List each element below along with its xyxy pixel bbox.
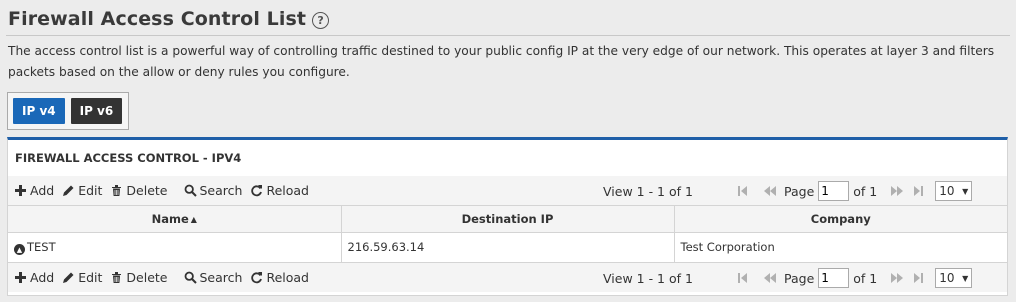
page-number-input[interactable] <box>818 268 850 288</box>
chevron-down-icon: ▼ <box>962 273 969 283</box>
pencil-icon <box>63 185 74 196</box>
view-range-text: View 1 - 1 of 1 <box>603 183 693 199</box>
next-page-icon[interactable] <box>891 186 904 196</box>
title-row: Firewall Access Control List ? <box>8 6 330 32</box>
cell-name: ▲ TEST <box>8 232 342 262</box>
add-button[interactable]: Add <box>14 270 54 285</box>
delete-button[interactable]: Delete <box>110 183 168 198</box>
pager-bottom: View 1 - 1 of 1 Page of 1 10 ▼ <box>603 263 973 293</box>
grid-toolbar-bottom: Add Edit Delete Search Reload View 1 - 1… <box>8 262 1007 292</box>
column-header-name[interactable]: Name ▲ <box>8 206 342 233</box>
delete-button-label: Delete <box>126 270 168 285</box>
acl-grid-panel: FIREWALL ACCESS CONTROL - IPV4 Add Edit … <box>7 137 1008 296</box>
page-total-label: of 1 <box>853 270 878 286</box>
expand-row-icon[interactable]: ▲ <box>14 244 25 255</box>
acl-table: Name ▲ Destination IP Company ▲ TEST 216.5… <box>8 206 1007 262</box>
pencil-icon <box>63 272 74 283</box>
reload-button[interactable]: Reload <box>250 183 309 198</box>
add-button-label: Add <box>30 270 55 285</box>
edit-button-label: Edit <box>78 270 103 285</box>
table-row[interactable]: ▲ TEST 216.59.63.14 Test Corporation <box>8 232 1007 262</box>
trash-icon <box>112 185 122 196</box>
plus-icon <box>15 272 26 283</box>
rows-per-page-value: 10 <box>939 184 955 198</box>
trash-icon <box>112 272 122 283</box>
search-button[interactable]: Search <box>184 270 243 285</box>
chevron-down-icon: ▼ <box>962 186 969 196</box>
cell-destination-ip: 216.59.63.14 <box>341 232 675 262</box>
edit-button-label: Edit <box>78 183 103 198</box>
table-header-row: Name ▲ Destination IP Company <box>8 206 1007 233</box>
question-circle-icon[interactable]: ? <box>312 11 330 29</box>
page-number-input[interactable] <box>818 181 850 201</box>
last-page-icon[interactable] <box>913 186 924 196</box>
rows-per-page-value: 10 <box>939 271 955 285</box>
delete-button[interactable]: Delete <box>110 270 168 285</box>
page-description: The access control list is a powerful wa… <box>8 44 995 79</box>
search-button-label: Search <box>199 270 243 285</box>
search-button[interactable]: Search <box>184 183 243 198</box>
page-total-label: of 1 <box>853 183 878 199</box>
rows-per-page-select[interactable]: 10 ▼ <box>935 268 973 288</box>
first-page-icon[interactable] <box>738 273 748 283</box>
ip-version-switcher: IP v4 IP v6 <box>7 92 129 130</box>
search-icon <box>184 184 197 197</box>
delete-button-label: Delete <box>126 183 168 198</box>
panel-title: FIREWALL ACCESS CONTROL - IPV4 <box>8 140 1007 176</box>
next-page-icon[interactable] <box>891 273 904 283</box>
plus-icon <box>15 185 26 196</box>
pager-top: View 1 - 1 of 1 Page of 1 10 ▼ <box>603 176 973 206</box>
rows-per-page-select[interactable]: 10 ▼ <box>935 181 973 201</box>
refresh-icon <box>251 185 263 197</box>
refresh-icon <box>251 272 263 284</box>
prev-page-icon[interactable] <box>764 186 776 196</box>
search-button-label: Search <box>199 183 243 198</box>
ipv6-tab-button[interactable]: IP v6 <box>70 98 123 124</box>
add-button[interactable]: Add <box>14 183 54 198</box>
page-label: Page <box>784 270 815 286</box>
prev-page-icon[interactable] <box>764 273 776 283</box>
add-button-label: Add <box>30 183 55 198</box>
column-header-company[interactable]: Company <box>674 206 1007 233</box>
sort-icon: ▲ <box>190 214 197 224</box>
cell-company: Test Corporation <box>680 240 775 255</box>
grid-toolbar-top: Add Edit Delete Search Reload View 1 - 1… <box>8 176 1007 206</box>
last-page-icon[interactable] <box>913 273 924 283</box>
first-page-icon[interactable] <box>738 186 748 196</box>
edit-button[interactable]: Edit <box>62 183 102 198</box>
reload-button[interactable]: Reload <box>250 270 309 285</box>
reload-button-label: Reload <box>266 183 309 198</box>
column-header-destination-ip[interactable]: Destination IP <box>341 206 675 233</box>
search-icon <box>184 271 197 284</box>
reload-button-label: Reload <box>266 270 309 285</box>
page-label: Page <box>784 183 815 199</box>
ipv4-tab-button[interactable]: IP v4 <box>13 98 65 124</box>
view-range-text: View 1 - 1 of 1 <box>603 270 693 286</box>
edit-button[interactable]: Edit <box>62 270 102 285</box>
title-divider <box>6 35 1010 36</box>
page-title: Firewall Access Control List <box>8 8 307 30</box>
